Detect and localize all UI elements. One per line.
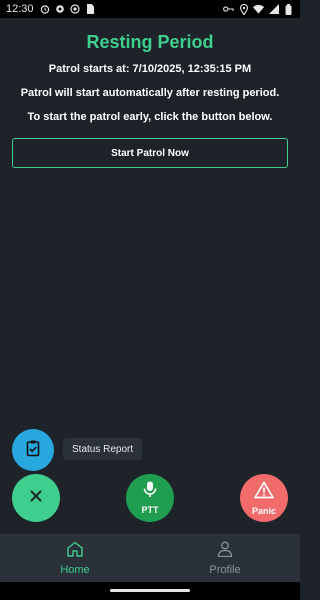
vpn-key-icon: [223, 4, 234, 15]
close-menu-button[interactable]: [12, 474, 60, 522]
status-report-tooltip: Status Report: [63, 438, 143, 460]
status-time: 12:30: [6, 3, 34, 15]
auto-start-note: Patrol will start automatically after re…: [20, 87, 280, 99]
gesture-handle[interactable]: [110, 589, 190, 592]
panic-label: Panic: [251, 505, 276, 516]
settings-icon: [55, 4, 66, 15]
alarm-icon: [40, 4, 51, 15]
ptt-label: PTT: [141, 505, 159, 515]
microphone-icon: [143, 481, 157, 503]
panic-button[interactable]: Panic: [240, 474, 288, 522]
location-icon: [238, 3, 249, 15]
system-gesture-bar: [0, 582, 300, 600]
home-icon: [66, 541, 84, 562]
status-report-button[interactable]: [12, 429, 54, 471]
nav-label-home: Home: [60, 563, 90, 576]
nav-label-profile: Profile: [209, 563, 241, 576]
clipboard-check-icon: [24, 439, 42, 462]
person-icon: [217, 541, 233, 562]
status-bar-right: [219, 3, 294, 15]
notification-icon: [70, 4, 81, 15]
early-start-note: To start the patrol early, click the but…: [27, 111, 273, 123]
app-screen: 12:30 Resting Period Patrol starts at: 7…: [0, 0, 300, 600]
page-title: Resting Period: [86, 32, 214, 52]
nav-item-home[interactable]: Home: [0, 534, 150, 582]
ptt-button[interactable]: PTT: [126, 474, 174, 522]
sim-icon: [85, 4, 96, 15]
wifi-icon: [253, 4, 264, 15]
warning-icon: [254, 481, 274, 504]
battery-icon: [283, 3, 294, 15]
nav-item-profile[interactable]: Profile: [150, 534, 300, 582]
patrol-start-time: Patrol starts at: 7/10/2025, 12:35:15 PM: [48, 63, 252, 75]
bottom-navigation: Home Profile: [0, 534, 300, 582]
start-patrol-button[interactable]: Start Patrol Now: [12, 138, 288, 168]
close-icon: [29, 489, 43, 508]
status-bar: 12:30: [0, 0, 300, 18]
signal-icon: [268, 4, 279, 15]
